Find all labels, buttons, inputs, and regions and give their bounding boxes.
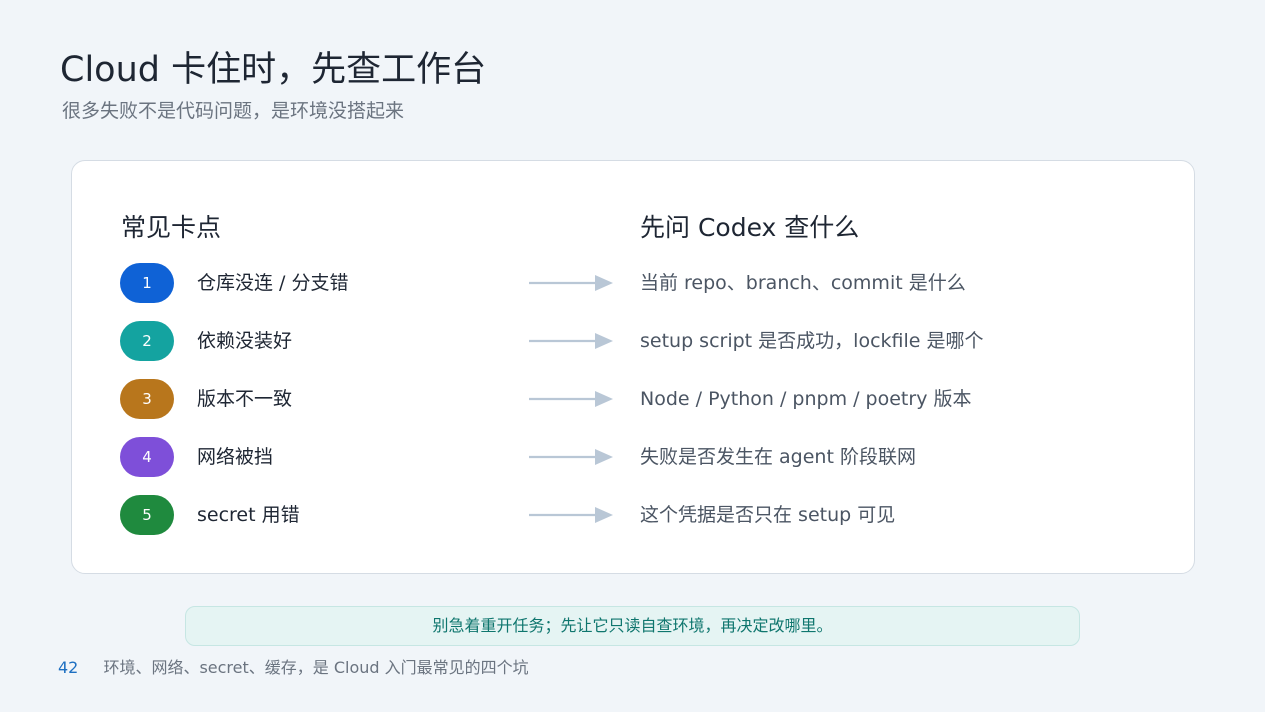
arrow-right-icon	[529, 447, 613, 467]
issue-row: 2 依赖没装好 setup script 是否成功，lockfile 是哪个	[72, 321, 1194, 361]
troubleshooting-card: 常见卡点 先问 Codex 查什么 1 仓库没连 / 分支错 当前 repo、bra…	[71, 160, 1195, 574]
footer-note: 环境、网络、secret、缓存，是 Cloud 入门最常见的四个坑	[103, 658, 529, 677]
check-question: 这个凭据是否只在 setup 可见	[640, 504, 896, 526]
issue-row: 5 secret 用错 这个凭据是否只在 setup 可见	[72, 495, 1194, 535]
issue-label: 版本不一致	[197, 388, 293, 410]
check-question: setup script 是否成功，lockfile 是哪个	[640, 330, 984, 352]
tip-banner: 别急着重开任务；先让它只读自查环境，再决定改哪里。	[185, 606, 1080, 646]
arrow-right-icon	[529, 273, 613, 293]
issue-label: 仓库没连 / 分支错	[197, 272, 349, 294]
step-number-badge: 2	[120, 321, 174, 361]
step-number-badge: 4	[120, 437, 174, 477]
arrow-right-icon	[529, 331, 613, 351]
issue-row: 3 版本不一致 Node / Python / pnpm / poetry 版本	[72, 379, 1194, 419]
step-number-badge: 1	[120, 263, 174, 303]
step-number-badge: 5	[120, 495, 174, 535]
page-title: Cloud 卡住时，先查工作台	[60, 50, 487, 90]
issue-row: 1 仓库没连 / 分支错 当前 repo、branch、commit 是什么	[72, 263, 1194, 303]
arrow-right-icon	[529, 389, 613, 409]
slide: Cloud 卡住时，先查工作台 很多失败不是代码问题，是环境没搭起来 常见卡点 …	[0, 0, 1265, 712]
ask-codex-heading: 先问 Codex 查什么	[640, 213, 860, 242]
common-issues-heading: 常见卡点	[121, 213, 222, 242]
issue-label: secret 用错	[197, 504, 300, 526]
issue-label: 网络被挡	[197, 446, 274, 468]
step-number-badge: 3	[120, 379, 174, 419]
page-number: 42	[58, 658, 79, 677]
check-question: 失败是否发生在 agent 阶段联网	[640, 446, 916, 468]
check-question: Node / Python / pnpm / poetry 版本	[640, 388, 972, 410]
issue-label: 依赖没装好	[197, 330, 293, 352]
check-question: 当前 repo、branch、commit 是什么	[640, 272, 966, 294]
page-subtitle: 很多失败不是代码问题，是环境没搭起来	[62, 100, 405, 122]
arrow-right-icon	[529, 505, 613, 525]
issue-row: 4 网络被挡 失败是否发生在 agent 阶段联网	[72, 437, 1194, 477]
footer: 42 环境、网络、secret、缓存，是 Cloud 入门最常见的四个坑	[58, 655, 529, 681]
